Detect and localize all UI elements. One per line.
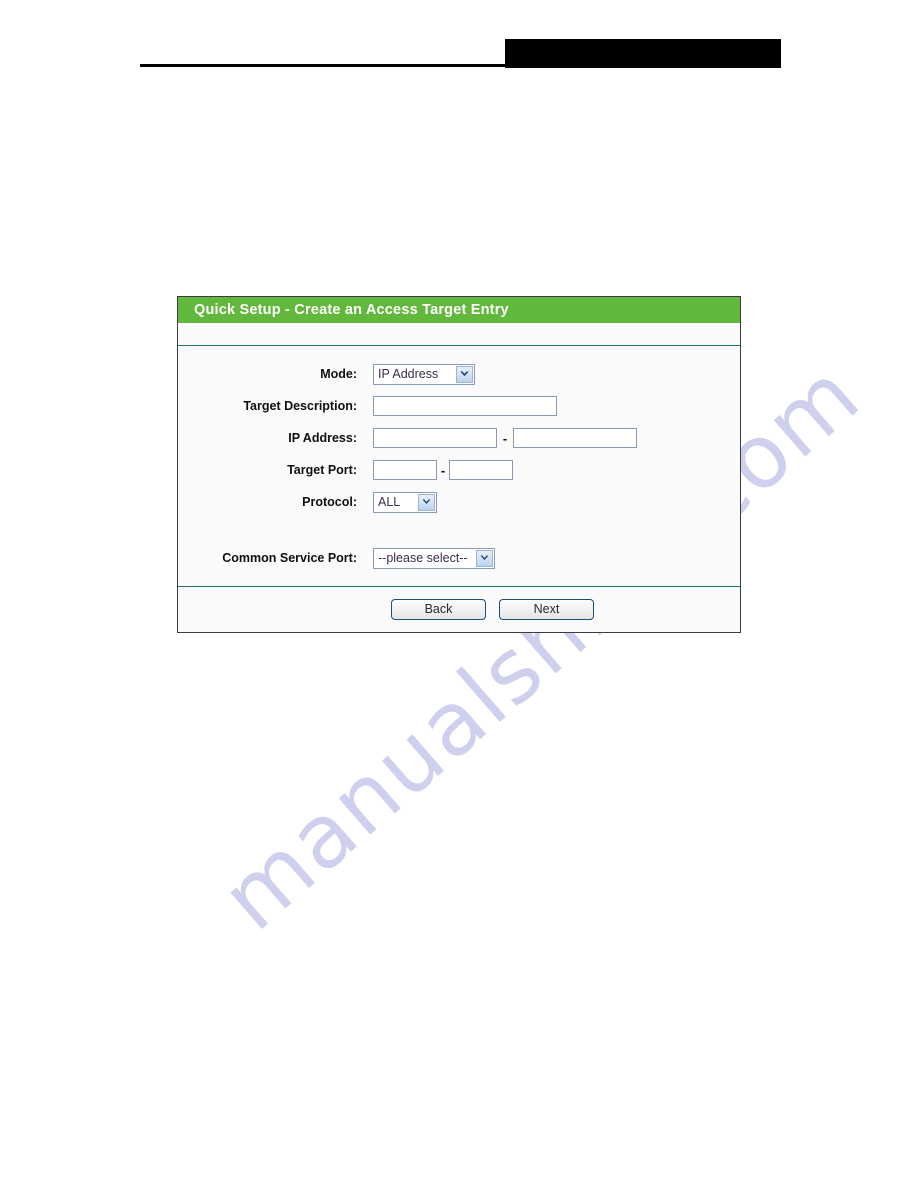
target-port-label: Target Port: <box>287 463 357 477</box>
access-target-entry-panel: Quick Setup - Create an Access Target En… <box>177 296 741 633</box>
target-description-fields <box>373 396 557 416</box>
header-rule <box>140 64 505 67</box>
target-port-separator: - <box>440 462 446 478</box>
common-service-port-label: Common Service Port: <box>222 551 357 565</box>
mode-select[interactable]: IP Address <box>373 363 475 385</box>
panel-footer: Back Next <box>178 586 740 632</box>
chevron-down-icon[interactable] <box>456 365 473 383</box>
header-redaction-bar <box>505 39 781 68</box>
target-port-start-input[interactable] <box>373 460 437 480</box>
target-port-fields: - <box>373 460 513 480</box>
target-description-label: Target Description: <box>243 399 357 413</box>
page-header <box>0 0 918 90</box>
panel-subbar <box>178 323 740 346</box>
ip-address-label: IP Address: <box>288 431 357 445</box>
form-body: Mode: IP Address Target Description: IP … <box>178 346 740 586</box>
ip-address-separator: - <box>502 430 508 446</box>
target-port-end-input[interactable] <box>449 460 513 480</box>
form-row-target-description: Target Description: <box>178 392 740 420</box>
next-button[interactable]: Next <box>499 599 594 620</box>
ip-address-fields: - <box>373 428 637 448</box>
protocol-fields: ALL <box>373 491 437 513</box>
common-service-port-select[interactable]: --please select-- <box>373 547 495 569</box>
form-row-target-port: Target Port: - <box>178 456 740 484</box>
chevron-down-icon[interactable] <box>476 549 493 567</box>
form-row-common-service-port: Common Service Port: --please select-- <box>178 544 740 572</box>
form-row-ip-address: IP Address: - <box>178 424 740 452</box>
target-description-input[interactable] <box>373 396 557 416</box>
ip-address-end-input[interactable] <box>513 428 637 448</box>
form-row-protocol: Protocol: ALL <box>178 488 740 516</box>
chevron-down-icon[interactable] <box>418 493 435 511</box>
panel-title: Quick Setup - Create an Access Target En… <box>178 297 740 323</box>
back-button[interactable]: Back <box>391 599 486 620</box>
common-service-port-fields: --please select-- <box>373 547 495 569</box>
mode-label: Mode: <box>320 367 357 381</box>
protocol-select[interactable]: ALL <box>373 491 437 513</box>
ip-address-start-input[interactable] <box>373 428 497 448</box>
mode-fields: IP Address <box>373 363 475 385</box>
form-row-mode: Mode: IP Address <box>178 360 740 388</box>
protocol-label: Protocol: <box>302 495 357 509</box>
